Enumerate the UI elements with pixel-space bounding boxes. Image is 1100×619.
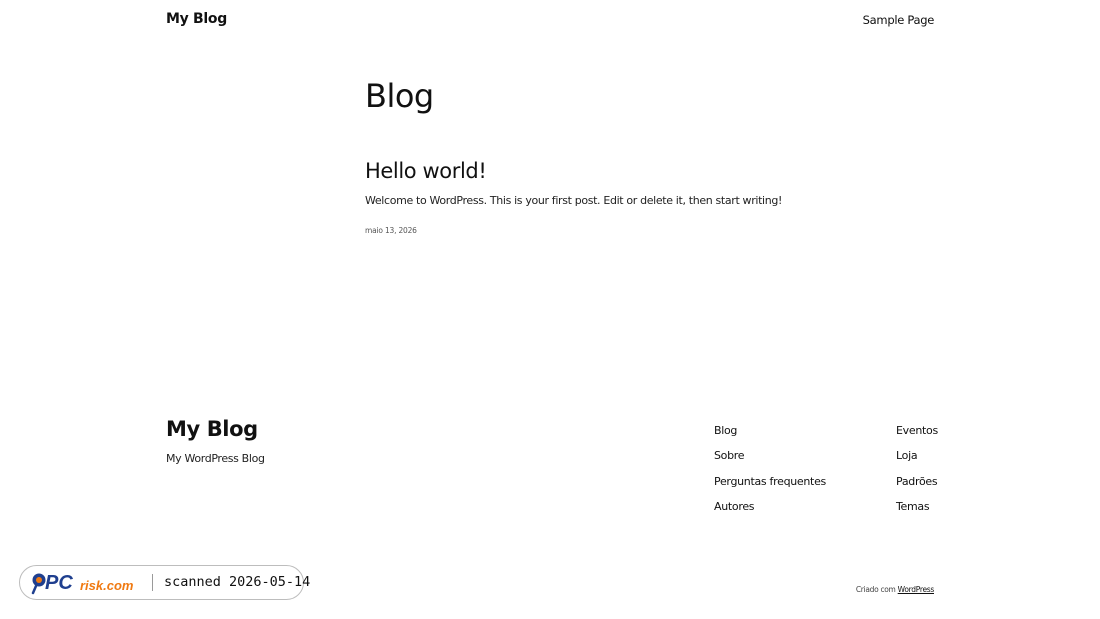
pcrisk-logo: PC risk.com	[31, 572, 134, 595]
footer-link-loja[interactable]: Loja	[896, 449, 918, 462]
footer-link-blog[interactable]: Blog	[714, 424, 737, 437]
scan-badge: PC risk.com scanned 2026-05-14	[19, 565, 310, 600]
post-date: maio 13, 2026	[365, 226, 417, 235]
post-excerpt: Welcome to WordPress. This is your first…	[365, 194, 783, 207]
pcrisk-logo-pc-text: PC	[45, 572, 73, 594]
footer-credit: Criado com WordPress	[856, 585, 934, 594]
site-title[interactable]: My Blog	[166, 11, 227, 27]
footer-links-column-2: Eventos Loja Padrões Temas	[896, 419, 938, 520]
footer-link-perguntas-frequentes[interactable]: Perguntas frequentes	[714, 475, 826, 488]
page-title: Blog	[365, 77, 434, 115]
footer-link-temas[interactable]: Temas	[896, 500, 930, 513]
badge-divider	[152, 574, 153, 591]
footer-tagline: My WordPress Blog	[166, 452, 265, 465]
footer-site-title[interactable]: My Blog	[166, 417, 258, 441]
footer-links-column-1: Blog Sobre Perguntas frequentes Autores	[714, 419, 826, 520]
pcrisk-logo-risk-text: risk.com	[80, 578, 134, 593]
scan-date-text: scanned 2026-05-14	[164, 574, 311, 590]
footer-credit-text: Criado com	[855, 585, 896, 594]
footer-link-sobre[interactable]: Sobre	[714, 449, 745, 462]
footer-link-eventos[interactable]: Eventos	[896, 424, 938, 437]
nav-item-sample-page[interactable]: Sample Page	[863, 13, 935, 27]
footer-credit-wordpress-link[interactable]: WordPress	[898, 585, 935, 594]
footer-link-autores[interactable]: Autores	[714, 500, 755, 513]
footer-link-padroes[interactable]: Padrões	[896, 475, 938, 488]
post-title-link[interactable]: Hello world!	[365, 159, 487, 183]
